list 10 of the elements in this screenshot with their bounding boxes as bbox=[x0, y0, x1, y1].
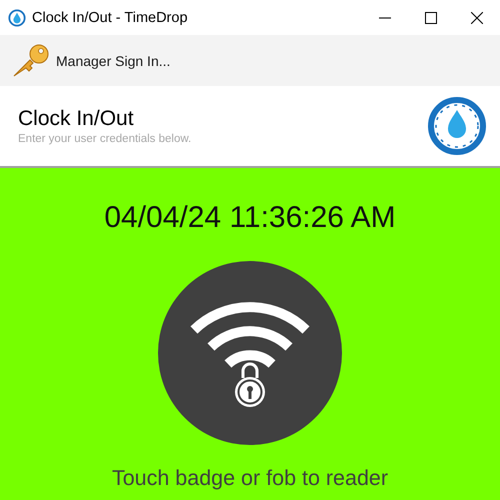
page-title: Clock In/Out bbox=[18, 107, 135, 131]
date-time: 04/04/24 11:36:26 AM bbox=[104, 201, 396, 235]
maximize-icon bbox=[425, 12, 437, 24]
logo-icon bbox=[426, 95, 488, 157]
instruction-text: Touch badge or fob to reader bbox=[112, 466, 388, 491]
page-subtitle: Enter your user credentials below. bbox=[18, 133, 192, 145]
close-icon bbox=[471, 12, 483, 24]
app-icon bbox=[8, 8, 26, 26]
badge-reader-icon bbox=[157, 260, 343, 446]
window-title: Clock In/Out - TimeDrop bbox=[32, 10, 189, 26]
